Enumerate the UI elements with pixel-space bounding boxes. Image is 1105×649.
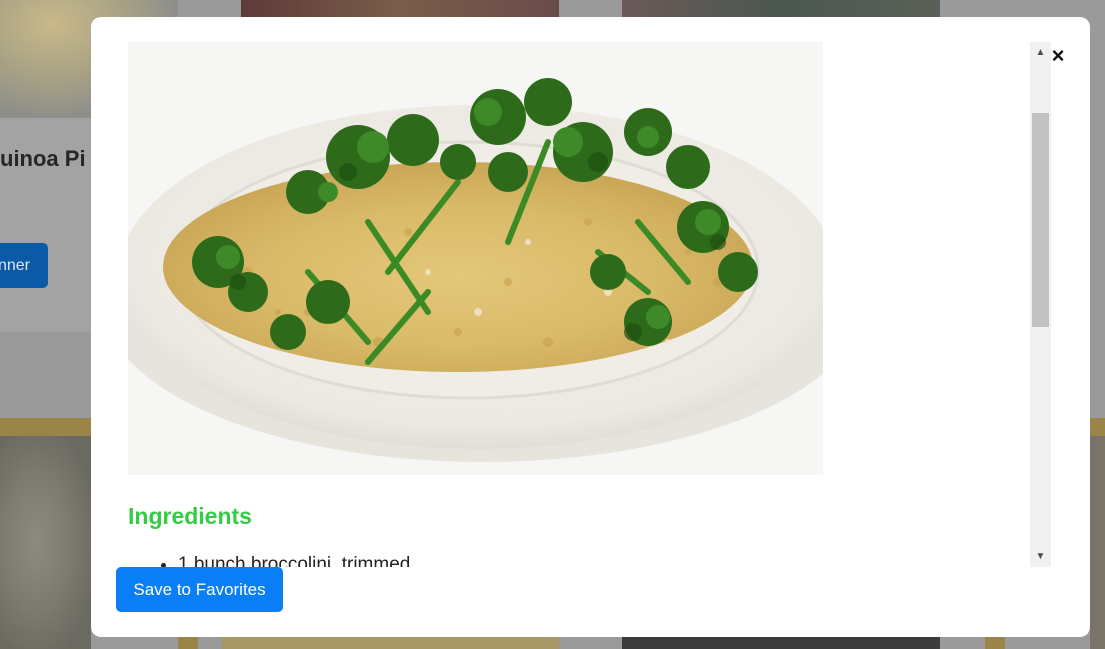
ingredients-list: 1 bunch broccolini, trimmed: [128, 552, 410, 567]
background-recipe-image: [622, 637, 940, 649]
background-recipe-title: uinoa Pi: [0, 146, 86, 171]
recipe-photo: [128, 42, 823, 475]
modal-scrollbar[interactable]: ▲ ▼: [1030, 42, 1051, 567]
modal-content[interactable]: Ingredients 1 bunch broccolini, trimmed: [128, 42, 1028, 567]
background-recipe-image: [241, 0, 559, 17]
ingredients-heading: Ingredients: [128, 503, 252, 529]
background-recipe-button: nner: [0, 243, 48, 288]
background-recipe-image: [1090, 436, 1105, 649]
ingredient-item: 1 bunch broccolini, trimmed: [178, 552, 410, 567]
scroll-down-arrow-icon[interactable]: ▼: [1030, 546, 1051, 567]
scrollbar-thumb[interactable]: [1032, 113, 1049, 327]
background-recipe-image: [0, 436, 91, 649]
save-to-favorites-button[interactable]: Save to Favorites: [116, 567, 283, 612]
background-card-border: [985, 637, 1005, 649]
recipe-modal: Ingredients 1 bunch broccolini, trimmed …: [91, 17, 1090, 637]
close-icon[interactable]: ×: [1048, 45, 1068, 67]
recipe-image: [128, 42, 823, 475]
background-recipe-image: [622, 0, 940, 17]
background-card-border: [178, 637, 198, 649]
background-recipe-image: [222, 637, 559, 649]
